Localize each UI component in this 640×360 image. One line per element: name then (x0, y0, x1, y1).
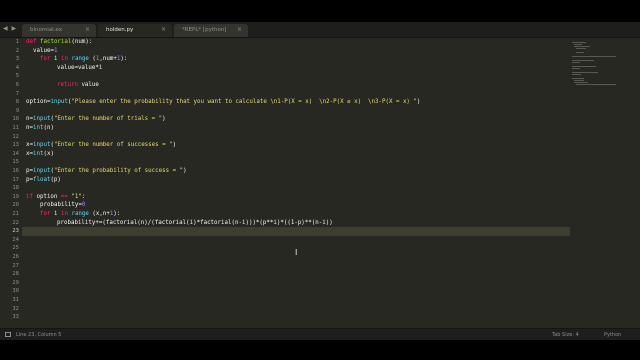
minimap-line (572, 56, 616, 57)
code-line: def factorial(num): (26, 39, 93, 45)
tab-size-selector[interactable]: Tab Size: 4 (552, 332, 579, 338)
code-line: value=value*i (57, 64, 103, 71)
line-number: 19 (12, 193, 19, 200)
tab-repl[interactable]: *REPL* [python] × (174, 24, 248, 37)
tab-bar: ◀ ▶ binomial.ex × holden.py × *REPL* [py… (0, 22, 640, 38)
current-line-highlight (22, 227, 570, 236)
minimap[interactable] (570, 38, 630, 158)
line-number: 18 (12, 185, 19, 192)
line-number: 8 (15, 99, 19, 106)
tab-binomial[interactable]: binomial.ex × (22, 24, 96, 37)
code-line: for i in range (1,num+1): (40, 56, 128, 63)
line-number: 6 (15, 82, 19, 88)
minimap-line (572, 78, 584, 79)
line-number: 33 (12, 314, 19, 321)
line-number: 14 (12, 150, 19, 157)
line-number: 17 (12, 176, 19, 183)
line-number: 3 (15, 56, 19, 63)
line-number: 1 (15, 39, 19, 45)
code-line: if option == "1": (26, 193, 86, 200)
editor-window: ◀ ▶ binomial.ex × holden.py × *REPL* [py… (0, 22, 640, 340)
line-number: 29 (12, 279, 19, 286)
line-number: 13 (12, 142, 19, 149)
tab-label: binomial.ex (30, 27, 62, 33)
close-icon[interactable]: × (161, 26, 166, 33)
code-line: x=input("Enter the number of successes =… (26, 142, 177, 149)
line-number: 24 (12, 236, 19, 243)
minimap-line (572, 42, 586, 43)
line-number: 12 (12, 133, 19, 140)
code-line: probability+=(factorial(n)/(factorial(i)… (57, 219, 333, 226)
close-icon[interactable]: × (237, 26, 242, 33)
line-number: 2 (15, 47, 19, 54)
minimap-line (572, 66, 596, 67)
minimap-line (572, 60, 594, 61)
code-line: n=input("Enter the number of trials = ") (26, 116, 166, 123)
line-number: 4 (15, 64, 19, 71)
tab-holden[interactable]: holden.py × (98, 24, 172, 37)
code-line: return value (57, 82, 99, 88)
line-number: 10 (12, 116, 19, 123)
code-line: x=int(x) (26, 150, 54, 157)
status-bar: Line 23, Column 5 Tab Size: 4 Python (0, 328, 640, 340)
line-number: 22 (12, 219, 19, 226)
panel-toggle-icon[interactable] (5, 332, 11, 337)
minimap-line (572, 74, 581, 75)
code-line: option=input("Please enter the probabili… (26, 99, 421, 106)
line-number: 16 (12, 168, 19, 174)
syntax-selector[interactable]: Python (604, 332, 621, 338)
code-editor[interactable]: def factorial(num): value=1 for i in ran… (22, 38, 570, 328)
minimap-line (572, 68, 580, 69)
minimap-line (576, 52, 584, 53)
minimap-line (576, 48, 586, 49)
line-number: 21 (12, 211, 19, 217)
cursor-position: Line 23, Column 5 (16, 332, 62, 338)
mouse-ibeam-cursor-icon: I (295, 248, 298, 257)
code-line: n=int(n) (26, 125, 54, 131)
minimap-line (574, 80, 584, 81)
minimap-line (574, 46, 590, 47)
tab-label: holden.py (106, 27, 134, 33)
close-icon[interactable]: × (85, 26, 90, 33)
line-number-gutter: 1 2 3 4 5 6 7 8 9 10 11 12 13 14 15 16 1… (0, 38, 22, 328)
code-line: p=input("Enter the probability of succes… (26, 168, 187, 174)
line-number: 28 (12, 271, 19, 278)
line-number-current: 23 (12, 228, 19, 235)
code-line: value=1 (33, 47, 58, 54)
line-number: 5 (15, 73, 19, 80)
tab-label: *REPL* [python] (182, 27, 227, 33)
line-number: 7 (15, 90, 19, 97)
line-number: 27 (12, 262, 19, 269)
code-line: for i in range (x,n+1): (40, 211, 121, 217)
line-number: 25 (12, 245, 19, 252)
minimap-line (572, 62, 580, 63)
line-number: 32 (12, 305, 19, 312)
line-number: 30 (12, 288, 19, 295)
minimap-line (572, 72, 598, 73)
minimap-line (574, 82, 588, 83)
line-number: 20 (12, 202, 19, 209)
line-number: 9 (15, 107, 19, 114)
minimap-line (576, 84, 616, 85)
tab-nav-arrows-icon[interactable]: ◀ ▶ (3, 25, 17, 32)
minimap-line (574, 44, 582, 45)
code-line: probability=0 (40, 202, 86, 209)
line-number: 31 (12, 297, 19, 303)
line-number: 26 (12, 254, 19, 260)
code-line: p=float(p) (26, 176, 61, 183)
line-number: 15 (12, 159, 19, 166)
line-number: 11 (12, 125, 19, 131)
